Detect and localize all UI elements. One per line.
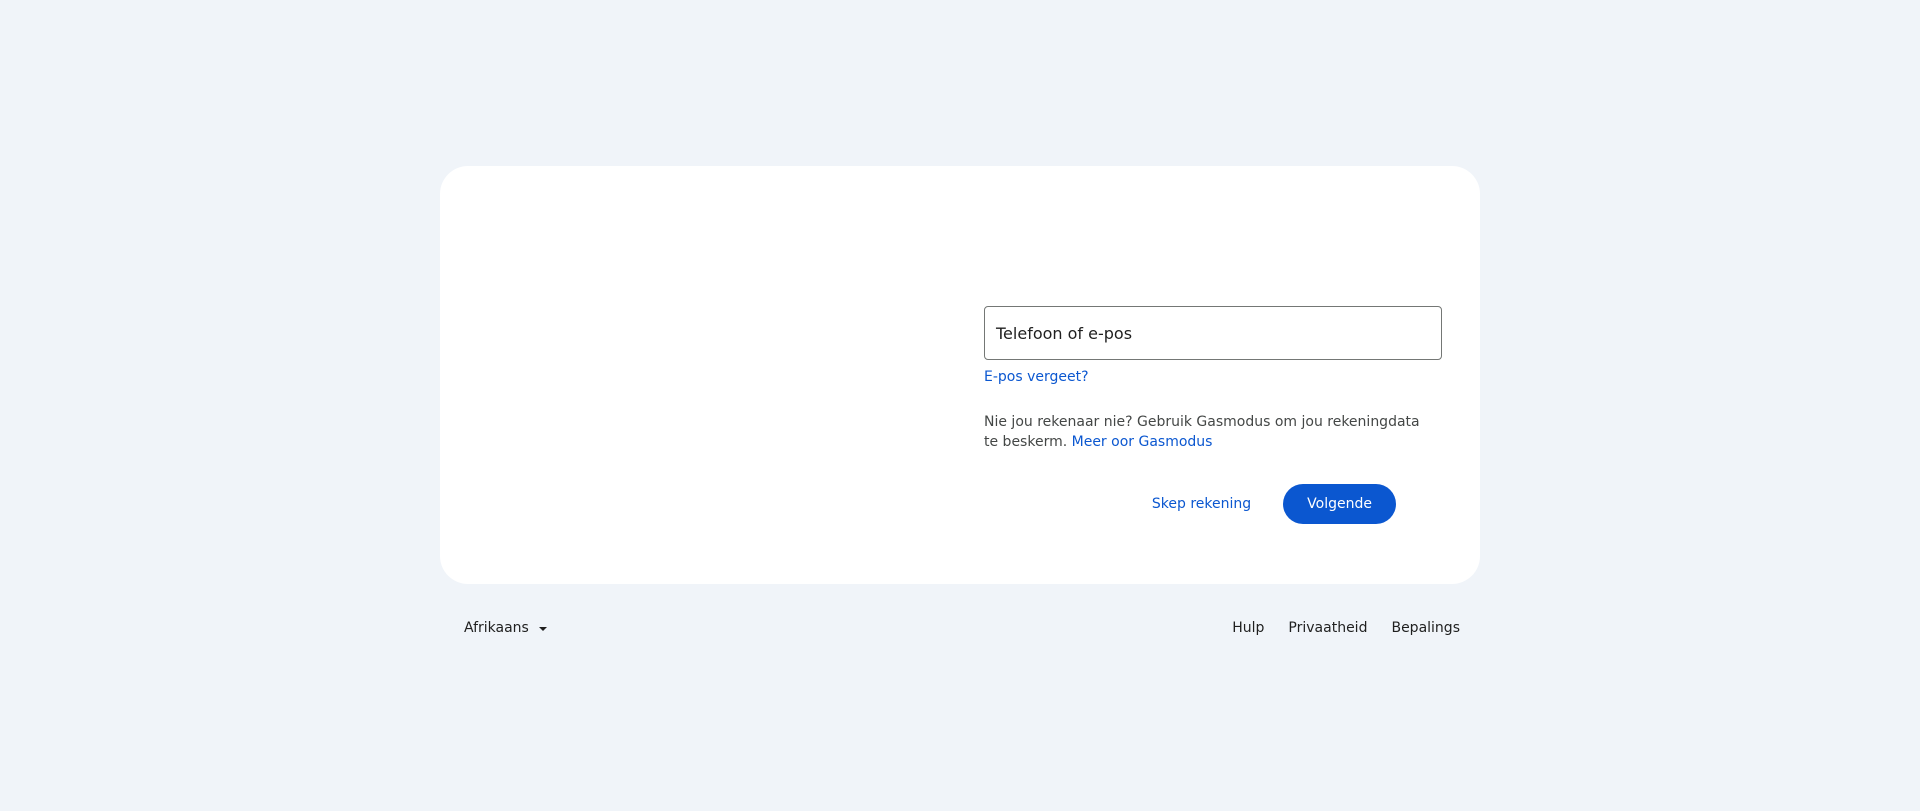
next-button[interactable]: Volgende [1283,484,1396,524]
login-form: Telefoon of e-pos E-pos vergeet? Nie jou… [984,306,1442,452]
help-link[interactable]: Hulp [1232,620,1264,636]
login-actions: Skep rekening Volgende [984,484,1396,524]
guest-mode-link[interactable]: Meer oor Gasmodus [1072,434,1213,450]
caret-down-icon [538,626,547,631]
terms-link[interactable]: Bepalings [1391,620,1460,636]
login-card: Telefoon of e-pos E-pos vergeet? Nie jou… [440,166,1480,584]
privacy-link[interactable]: Privaatheid [1288,620,1367,636]
forgot-email-link[interactable]: E-pos vergeet? [984,369,1089,385]
create-account-button[interactable]: Skep rekening [1140,486,1263,522]
footer: Afrikaans Hulp Privaatheid Bepalings [440,606,1480,654]
guest-mode-notice: Nie jou rekenaar nie? Gebruik Gasmodus o… [984,412,1434,452]
email-or-phone-placeholder: Telefoon of e-pos [996,323,1133,343]
email-or-phone-input[interactable]: Telefoon of e-pos [984,306,1442,360]
language-selector[interactable]: Afrikaans [464,620,547,636]
footer-links: Hulp Privaatheid Bepalings [1208,620,1460,636]
language-label: Afrikaans [464,620,529,636]
